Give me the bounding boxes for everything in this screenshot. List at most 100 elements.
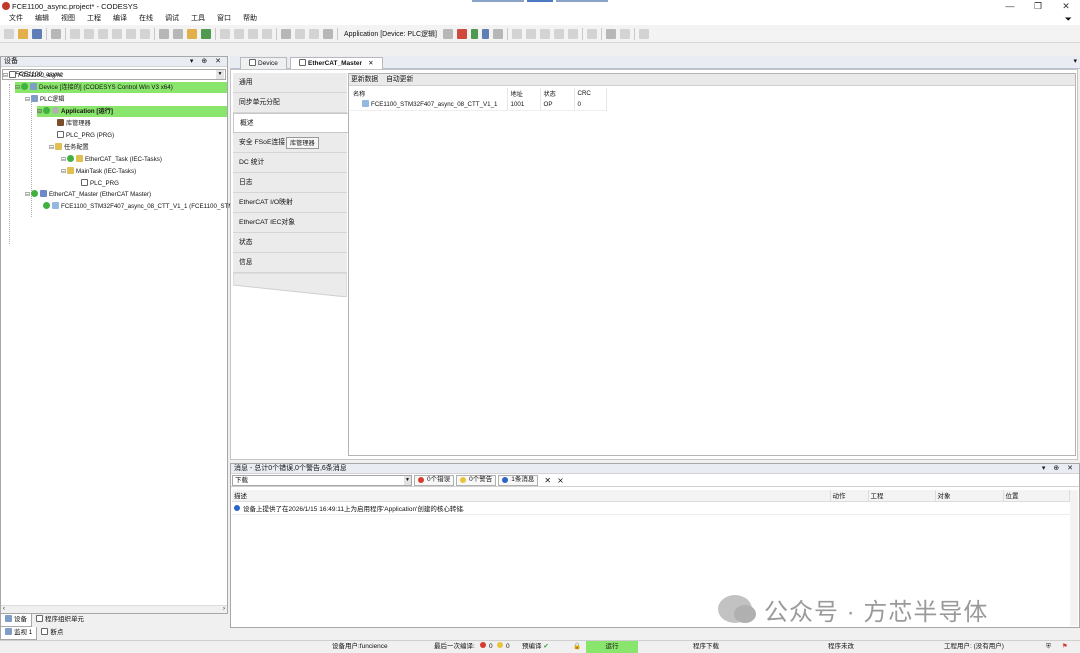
panel-controls[interactable]: ▾ ⊕ ✕ — [190, 57, 224, 67]
config-tab-log[interactable]: 日志 — [233, 173, 347, 193]
open-icon[interactable] — [18, 28, 28, 39]
config-tab-fsoe[interactable]: 安全 FSoE连接 库管理器 — [233, 133, 347, 153]
close-window-button[interactable]: ✕ — [1052, 0, 1080, 12]
tree-node-ethercat-master[interactable]: ⊟ EtherCAT_Master (EtherCAT Master) — [25, 189, 151, 200]
menu-file[interactable]: 文件 — [0, 13, 29, 25]
paste-icon[interactable] — [126, 28, 136, 39]
config-tab-iec-objects[interactable]: EtherCAT IEC对象 — [233, 213, 347, 233]
tree-node-ethercat-slave[interactable]: FCE1100_STM32F407_async_08_CTT_V1_1 (FCE… — [43, 201, 233, 212]
clear-messages-icon[interactable]: ✕ — [544, 476, 551, 485]
warnings-filter-button[interactable]: 0个警告 — [456, 474, 497, 486]
bookmark-prev-icon[interactable] — [220, 28, 230, 39]
menu-help[interactable]: 帮助 — [237, 13, 263, 25]
tab-breakpoints[interactable]: 断点 — [37, 627, 67, 639]
update-data-button[interactable]: 更新数据 — [351, 76, 378, 83]
reset-icon[interactable] — [492, 28, 503, 39]
properties-icon[interactable] — [309, 28, 319, 39]
clear-all-icon[interactable]: ⨯ — [557, 476, 564, 485]
start-icon[interactable] — [470, 28, 478, 39]
menu-tools[interactable]: 工具 — [185, 13, 211, 25]
config-tab-status[interactable]: 状态 — [233, 233, 347, 253]
tab-devices[interactable]: 设备 — [0, 613, 32, 627]
login-icon[interactable] — [456, 28, 467, 39]
compile-warning-status[interactable]: 0 — [497, 641, 510, 653]
precompile-status[interactable]: 预编译 ✔ — [522, 641, 549, 653]
step-over-icon[interactable] — [511, 28, 522, 39]
menu-edit[interactable]: 编辑 — [29, 13, 55, 25]
tree-node-plc-prg-call[interactable]: PLC_PRG — [81, 178, 119, 189]
panel-controls[interactable]: ▾ ⊕ ✕ — [1042, 464, 1076, 474]
message-category-select[interactable]: 下载 ▼ — [232, 474, 412, 486]
cut-icon[interactable] — [98, 28, 108, 39]
save-icon[interactable] — [32, 28, 42, 39]
tree-node-application[interactable]: ⊟ Application [运行] — [37, 106, 227, 117]
menu-project[interactable]: 工程 — [81, 13, 107, 25]
config-tab-overview[interactable]: 概述 — [233, 113, 348, 133]
infos-filter-button[interactable]: 1条消息 — [498, 474, 539, 486]
errors-filter-button[interactable]: 0个错误 — [414, 474, 455, 486]
scroll-right-icon[interactable]: › — [223, 606, 225, 612]
tree-node-task-config[interactable]: ⊟ 任务配置 — [49, 142, 89, 153]
collapse-icon[interactable]: ⊟ — [15, 83, 21, 94]
run-to-cursor-icon[interactable] — [553, 28, 564, 39]
config-tab-general[interactable]: 通用 — [233, 73, 347, 93]
force-values-icon[interactable] — [605, 28, 616, 39]
tab-ethercat-master[interactable]: EtherCAT_Master ✕ — [290, 57, 383, 69]
tree-node-device[interactable]: ⊟ Device [连接的] (CODESYS Control Win V3 x6… — [15, 82, 227, 93]
breakpoint-icon[interactable] — [567, 28, 578, 39]
write-values-icon[interactable] — [586, 28, 597, 39]
find-replace-icon[interactable] — [173, 28, 183, 39]
horizontal-scrollbar[interactable]: ‹ › — [1, 605, 227, 613]
menu-build[interactable]: 编译 — [107, 13, 133, 25]
config-tab-io-mapping[interactable]: EtherCAT I/O映射 — [233, 193, 347, 213]
tab-watch-1[interactable]: 监视 1 — [0, 626, 38, 640]
undo-icon[interactable] — [70, 28, 80, 39]
delete-icon[interactable] — [140, 28, 150, 39]
close-tab-icon[interactable]: ✕ — [368, 60, 373, 67]
print-icon[interactable] — [51, 28, 61, 39]
scroll-left-icon[interactable]: ‹ — [3, 606, 5, 612]
table-row[interactable]: FCE1100_STM32F407_async_08_CTT_V1_1 1001… — [350, 99, 607, 111]
tab-list-dropdown-icon[interactable]: ▾ — [1073, 57, 1077, 65]
window-icon[interactable] — [281, 28, 291, 39]
bookmark-clear-icon[interactable] — [234, 28, 244, 39]
tree-node-library-manager[interactable]: 库管理器 — [57, 118, 91, 129]
collapse-icon[interactable]: ⊟ — [25, 190, 31, 201]
outdent-icon[interactable] — [262, 28, 272, 39]
indent-icon[interactable] — [248, 28, 258, 39]
copy-icon[interactable] — [112, 28, 122, 39]
table-row[interactable]: 设备上提供了在2026/1/15 16:49:11上为启用程序'Applicat… — [232, 501, 1070, 515]
unforce-icon[interactable] — [619, 28, 630, 39]
layout-icon[interactable] — [295, 28, 305, 39]
config-tab-sync-unit[interactable]: 同步单元分配 — [233, 93, 347, 113]
menu-online[interactable]: 在线 — [133, 13, 159, 25]
collapse-icon[interactable]: ⊟ — [37, 107, 43, 118]
device-icon[interactable] — [323, 28, 333, 39]
library-manager-button[interactable]: 库管理器 — [286, 137, 319, 149]
multicore-icon[interactable] — [638, 28, 649, 39]
chevron-down-icon[interactable]: ▼ — [216, 70, 224, 79]
minimize-button[interactable]: — — [996, 0, 1024, 12]
tab-pou[interactable]: 程序组织单元 — [32, 614, 88, 626]
redo-icon[interactable] — [84, 28, 94, 39]
menu-view[interactable]: 视图 — [55, 13, 81, 25]
shield-icon[interactable]: ⛨ — [1046, 641, 1051, 653]
compile-error-status[interactable]: 0 — [480, 641, 493, 653]
find-icon[interactable] — [159, 28, 169, 39]
bookmark-icon[interactable] — [187, 28, 197, 39]
new-icon[interactable] — [4, 28, 14, 39]
stop-icon[interactable] — [481, 28, 489, 39]
bookmark-next-icon[interactable] — [201, 28, 211, 39]
notification-icon[interactable]: ⚑ — [1062, 641, 1068, 653]
tab-device[interactable]: Device — [240, 57, 287, 69]
vertical-scrollbar[interactable] — [1070, 490, 1078, 626]
chevron-down-icon[interactable]: ▼ — [404, 475, 411, 485]
filter-icon[interactable]: ⏷ — [1065, 13, 1072, 25]
step-out-icon[interactable] — [539, 28, 550, 39]
tree-node-main-task[interactable]: ⊟ MainTask (IEC-Tasks) — [61, 166, 136, 177]
config-tab-info[interactable]: 信息 — [233, 253, 347, 273]
maximize-button[interactable]: ❐ — [1024, 0, 1052, 12]
step-into-icon[interactable] — [525, 28, 536, 39]
menu-debug[interactable]: 调试 — [159, 13, 185, 25]
build-icon[interactable] — [442, 28, 453, 39]
